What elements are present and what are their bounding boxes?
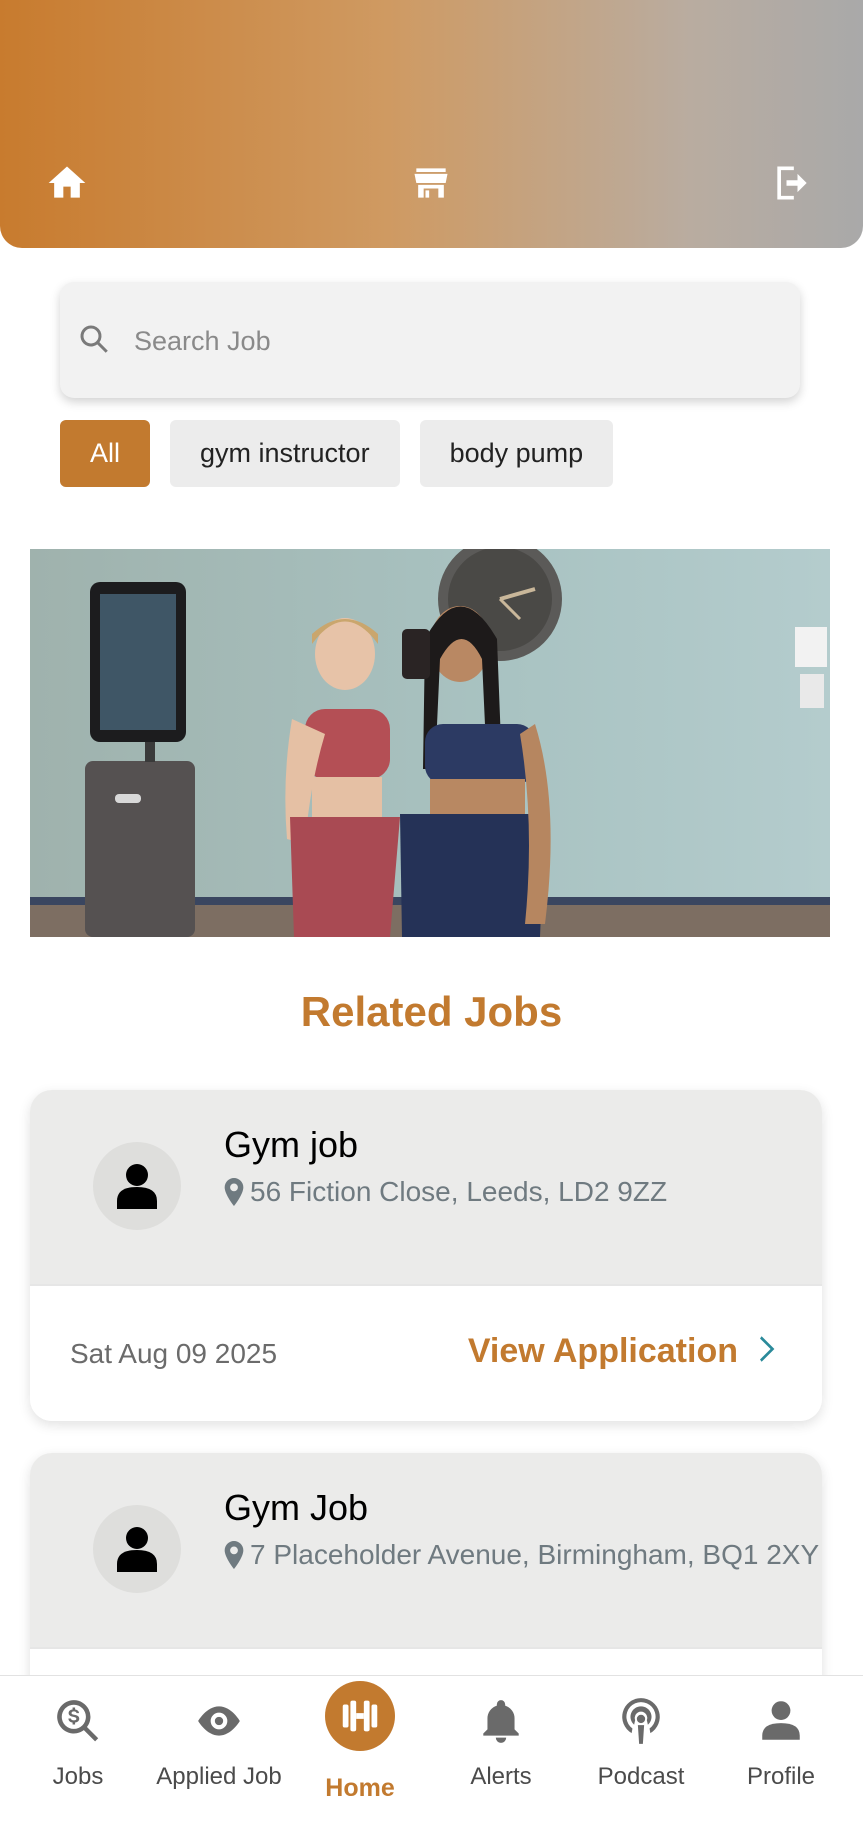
nav-label: Home (325, 1774, 395, 1802)
dumbbell-icon (325, 1681, 395, 1751)
job-date: Sat Aug 09 2025 (70, 1338, 278, 1369)
related-jobs-title: Related Jobs (300, 988, 563, 1035)
nav-item-profile[interactable]: Profile (711, 1676, 851, 1823)
job-card-footer: Sat Aug 09 2025 View Application (30, 1284, 822, 1421)
job-title: Gym Job (224, 1487, 369, 1528)
eye-icon (194, 1696, 244, 1746)
chip-all[interactable]: All (60, 420, 151, 487)
nav-item-alerts[interactable]: Alerts (431, 1676, 571, 1823)
job-card-header: Gym Job 7 Placeholder Avenue, Birmingham… (30, 1453, 822, 1647)
store-icon[interactable] (408, 160, 454, 206)
job-title: Gym job (224, 1124, 359, 1165)
app-header (0, 0, 863, 248)
chevron-right-icon (760, 1332, 776, 1371)
nav-label: Jobs (52, 1763, 104, 1790)
nav-item-home[interactable]: Home (290, 1676, 430, 1823)
banner-photo (30, 549, 830, 937)
search-dollar-icon (53, 1696, 103, 1746)
job-card-header: Gym job 56 Fiction Close, Leeds, LD2 9ZZ (30, 1090, 822, 1284)
view-application-label: View Application (467, 1332, 738, 1370)
person-icon (117, 1527, 157, 1572)
nav-label: Alerts (470, 1763, 532, 1790)
job-card[interactable]: Gym job 56 Fiction Close, Leeds, LD2 9ZZ… (30, 1090, 822, 1421)
nav-item-applied-job[interactable]: Applied Job (149, 1676, 289, 1823)
location-pin-icon (224, 1178, 244, 1206)
avatar (93, 1505, 181, 1593)
avatar (93, 1142, 181, 1230)
job-location: 7 Placeholder Avenue, Birmingham, BQ1 2X… (224, 1539, 819, 1571)
bell-icon (476, 1696, 526, 1746)
location-pin-icon (224, 1541, 244, 1569)
nav-item-podcast[interactable]: Podcast (571, 1676, 711, 1823)
search-bar[interactable] (60, 282, 800, 398)
job-location-text: 7 Placeholder Avenue, Birmingham, BQ1 2X… (250, 1539, 820, 1570)
view-application-button[interactable]: View Application (468, 1332, 776, 1371)
person-icon (117, 1164, 157, 1209)
logout-icon[interactable] (769, 160, 815, 206)
chip-gym-instructor[interactable]: gym instructor (170, 420, 400, 487)
nav-item-jobs[interactable]: Jobs (8, 1676, 148, 1823)
podcast-icon (616, 1696, 666, 1746)
home-icon[interactable] (44, 160, 90, 206)
chip-body-pump[interactable]: body pump (419, 420, 614, 487)
nav-label: Podcast (597, 1763, 685, 1790)
bottom-nav: Jobs Applied Job Home Alerts Podcast Pro… (0, 1675, 863, 1823)
search-icon (76, 321, 112, 357)
nav-label: Applied Job (156, 1763, 282, 1790)
job-location-text: 56 Fiction Close, Leeds, LD2 9ZZ (250, 1176, 668, 1207)
job-location: 56 Fiction Close, Leeds, LD2 9ZZ (224, 1176, 667, 1208)
search-input[interactable] (132, 312, 776, 370)
nav-label: Profile (746, 1763, 816, 1790)
person-icon (756, 1696, 806, 1746)
filter-chips: All gym instructor body pump (60, 420, 614, 487)
